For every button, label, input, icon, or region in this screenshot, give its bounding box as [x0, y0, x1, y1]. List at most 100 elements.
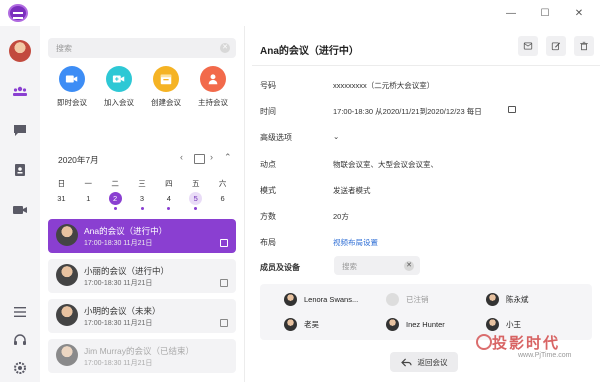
avatar	[486, 292, 499, 306]
host-meeting-button[interactable]: 主持会议	[195, 66, 231, 108]
quick-action-label: 即时会议	[57, 98, 87, 107]
create-meeting-button[interactable]: 创建会议	[148, 66, 184, 108]
calendar-day[interactable]: 31	[48, 192, 75, 210]
minimize-button[interactable]: —	[500, 4, 522, 22]
instant-meeting-button[interactable]: 即时会议	[54, 66, 90, 108]
search-placeholder: 搜索	[342, 262, 357, 271]
envelope-icon[interactable]	[518, 36, 538, 56]
weekday: 二	[111, 179, 119, 188]
meeting-title: Ana的会议（进行中）	[84, 226, 168, 236]
field-label: 模式	[260, 186, 276, 195]
field-value: 17:00-18:30 从2020/11/21到2020/12/23 每日	[333, 107, 482, 116]
meeting-time: 17:00-18:30 11月21日	[84, 320, 153, 327]
return-to-meeting-button[interactable]: 返回会议	[390, 352, 458, 372]
calendar-days: 31 1 2 3 4 5 6	[48, 192, 236, 210]
user-avatar[interactable]	[9, 40, 31, 62]
meeting-title: 小明的会议（未来）	[84, 306, 161, 316]
chevron-right-icon[interactable]: ›	[210, 152, 213, 162]
restore-button[interactable]: ☐	[534, 4, 556, 22]
meeting-time: 17:00-18:30 11月21日	[84, 240, 153, 247]
edit-icon[interactable]	[546, 36, 566, 56]
field-label: 布局	[260, 238, 276, 247]
member-name: 已注销	[406, 294, 429, 304]
nav-sidebar	[0, 26, 40, 382]
field-label: 号码	[260, 81, 276, 90]
meeting-time: 17:00-18:30 11月21日	[84, 360, 153, 367]
calendar-weekdays: 日 一 二 三 四 五 六	[48, 178, 236, 189]
chat-icon[interactable]	[12, 122, 28, 138]
meetings-icon[interactable]	[12, 84, 28, 100]
room-status-icon	[220, 319, 228, 327]
calendar-day[interactable]: 4	[155, 192, 182, 210]
camera-icon	[508, 106, 516, 113]
weekday: 日	[57, 179, 66, 188]
room-status-icon	[220, 239, 228, 247]
chevron-down-icon[interactable]: ⌄	[333, 132, 339, 141]
members-label: 成员及设备	[260, 263, 300, 272]
weekday: 一	[84, 179, 93, 188]
title-bar: — ☐ ✕	[0, 0, 600, 26]
video-camera-icon[interactable]	[12, 202, 28, 218]
meeting-item[interactable]: Jim Murray的会议（已结束） 17:00-18:30 11月21日	[48, 339, 236, 373]
weekday: 六	[218, 179, 227, 188]
user-icon	[200, 66, 226, 92]
chevron-left-icon[interactable]: ‹	[180, 152, 183, 162]
meeting-item[interactable]: 小明的会议（未来） 17:00-18:30 11月21日	[48, 299, 236, 333]
avatar	[386, 292, 399, 306]
detail-title: Ana的会议（进行中）	[260, 46, 359, 57]
calendar-day[interactable]: 3	[129, 192, 156, 210]
meeting-title: 小丽的会议（进行中）	[84, 266, 170, 276]
quick-action-label: 加入会议	[104, 98, 134, 107]
chevron-up-icon[interactable]: ⌃	[224, 152, 232, 163]
member-name: Inez Hunter	[406, 319, 445, 329]
member-item[interactable]: 老吴	[284, 317, 319, 331]
search-input[interactable]: 搜索 ✕	[48, 38, 236, 58]
meeting-title: Jim Murray的会议（已结束）	[84, 346, 195, 356]
watermark-text: 投影时代	[492, 335, 561, 352]
members-search-input[interactable]: 搜索 ✕	[334, 256, 420, 275]
meeting-item[interactable]: Ana的会议（进行中） 17:00-18:30 11月21日	[48, 219, 236, 253]
calendar-day[interactable]: 6	[209, 192, 236, 210]
quick-action-label: 主持会议	[198, 98, 228, 107]
member-item[interactable]: Lenora Swans...	[284, 292, 358, 306]
return-label: 返回会议	[417, 357, 448, 367]
field-value: 20方	[333, 212, 349, 221]
clear-icon[interactable]: ✕	[404, 261, 414, 271]
layout-settings-link[interactable]: 视频布局设置	[333, 237, 378, 248]
avatar	[56, 344, 78, 366]
header-divider	[252, 65, 600, 66]
clear-icon[interactable]: ✕	[220, 43, 230, 53]
close-button[interactable]: ✕	[568, 4, 590, 22]
calendar-day[interactable]: 5	[182, 192, 209, 210]
member-item[interactable]: 已注销	[386, 292, 429, 306]
video-add-icon	[106, 66, 132, 92]
avatar	[386, 317, 399, 331]
calendar-day-selected[interactable]: 2	[102, 192, 129, 210]
calendar-month-label: 2020年7月	[58, 155, 99, 165]
headset-icon[interactable]	[12, 332, 28, 348]
avatar	[486, 317, 499, 331]
calendar-day[interactable]: 1	[75, 192, 102, 210]
menu-icon[interactable]	[12, 304, 28, 320]
member-name: 陈永斌	[506, 294, 529, 304]
settings-gear-icon[interactable]	[12, 360, 28, 376]
weekday: 三	[138, 179, 146, 188]
avatar	[56, 224, 78, 246]
avatar	[284, 317, 297, 331]
calendar-today-icon[interactable]	[194, 154, 205, 164]
member-name: 小王	[506, 319, 521, 329]
join-meeting-button[interactable]: 加入会议	[101, 66, 137, 108]
watermark-logo	[476, 334, 492, 350]
field-label: 动点	[260, 160, 276, 169]
weekday: 五	[191, 179, 200, 188]
video-camera-icon	[59, 66, 85, 92]
return-arrow-icon	[400, 357, 412, 367]
member-item[interactable]: 陈永斌	[486, 292, 529, 306]
contacts-icon[interactable]	[12, 162, 28, 178]
field-label: 高级选项	[260, 133, 292, 142]
member-item[interactable]: 小王	[486, 317, 521, 331]
member-name: Lenora Swans...	[304, 294, 359, 304]
trash-icon[interactable]	[574, 36, 594, 56]
member-item[interactable]: Inez Hunter	[386, 317, 445, 331]
meeting-item[interactable]: 小丽的会议（进行中） 17:00-18:30 11月21日	[48, 259, 236, 293]
